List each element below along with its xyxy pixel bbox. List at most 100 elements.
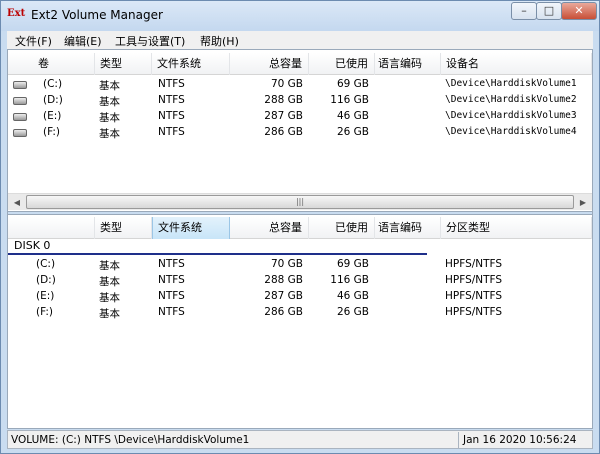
partition-fs: NTFS (158, 274, 185, 286)
col-filesystem[interactable]: 文件系统 (152, 217, 230, 239)
status-volume-info: VOLUME: (C:) NTFS \Device\HarddiskVolume… (11, 434, 250, 446)
status-timestamp: Jan 16 2020 10:56:24 (463, 434, 577, 446)
partition-type: 基本 (99, 308, 120, 320)
volume-letter: (F:) (43, 126, 60, 138)
hard-drive-icon (13, 129, 27, 137)
minimize-button[interactable]: – (511, 2, 537, 20)
col-codepage[interactable]: 语言编码 (375, 53, 441, 75)
volume-row[interactable]: (E:) 基本 NTFS 287 GB 46 GB \Device\Harddi… (8, 109, 592, 125)
col-total[interactable]: 总容量 (230, 53, 309, 75)
pane-splitter[interactable] (8, 211, 592, 215)
col-used[interactable]: 已使用 (309, 53, 375, 75)
partition-used: 116 GB (330, 274, 369, 286)
status-divider (458, 432, 459, 448)
partition-row[interactable]: (E:) 基本 NTFS 287 GB 46 GB HPFS/NTFS (8, 289, 592, 305)
col-partition-type[interactable]: 分区类型 (441, 217, 592, 239)
volume-row[interactable]: (F:) 基本 NTFS 286 GB 26 GB \Device\Harddi… (8, 125, 592, 141)
partition-used: 26 GB (336, 306, 369, 318)
partition-type: 基本 (99, 292, 120, 304)
partition-total: 286 GB (264, 306, 303, 318)
horizontal-scrollbar[interactable]: ◀ ||| ▶ (8, 193, 592, 210)
volume-total: 286 GB (264, 126, 303, 138)
partition-row[interactable]: (F:) 基本 NTFS 286 GB 26 GB HPFS/NTFS (8, 305, 592, 321)
partition-kind: HPFS/NTFS (445, 306, 503, 318)
col-filesystem[interactable]: 文件系统 (152, 53, 230, 75)
partition-used: 46 GB (336, 290, 369, 302)
hard-drive-icon (13, 81, 27, 89)
title-bar: Ext Ext2 Volume Manager – □ ✕ (1, 1, 599, 31)
volume-row[interactable]: (C:) 基本 NTFS 70 GB 69 GB \Device\Harddis… (8, 77, 592, 93)
col-type[interactable]: 类型 (95, 53, 152, 75)
disk-label[interactable]: DISK 0 (14, 239, 50, 252)
scroll-left-icon[interactable]: ◀ (9, 195, 25, 210)
partition-fs: NTFS (158, 306, 185, 318)
grip-icon: ||| (295, 197, 305, 206)
status-bar: VOLUME: (C:) NTFS \Device\HarddiskVolume… (7, 430, 593, 449)
maximize-icon: □ (543, 4, 555, 17)
minimize-icon: – (521, 4, 527, 17)
volume-fs: NTFS (158, 78, 185, 90)
volume-used: 69 GB (336, 78, 369, 90)
volume-letter: (E:) (43, 110, 62, 122)
menu-help[interactable]: 帮助(H) (200, 33, 239, 49)
col-volume[interactable]: 卷 (8, 53, 95, 75)
hard-drive-icon (13, 97, 27, 105)
col-disk[interactable] (8, 217, 95, 239)
volume-device: \Device\HarddiskVolume2 (445, 94, 577, 105)
menu-bar: 文件(F) 编辑(E) 工具与设置(T) 帮助(H) (7, 31, 593, 49)
app-logo-icon: Ext (7, 8, 26, 19)
volumes-header: 卷 类型 文件系统 总容量 已使用 语言编码 设备名 (8, 53, 592, 75)
volume-total: 288 GB (264, 94, 303, 106)
menu-file[interactable]: 文件(F) (15, 33, 52, 49)
volume-device: \Device\HarddiskVolume3 (445, 110, 577, 121)
partition-fs: NTFS (158, 258, 185, 270)
volume-letter: (D:) (43, 94, 63, 106)
partition-total: 288 GB (264, 274, 303, 286)
col-device[interactable]: 设备名 (441, 53, 592, 75)
maximize-button[interactable]: □ (536, 2, 562, 20)
partition-type: 基本 (99, 276, 120, 288)
volume-type: 基本 (99, 112, 120, 124)
partition-total: 287 GB (264, 290, 303, 302)
col-total[interactable]: 总容量 (230, 217, 309, 239)
menu-edit[interactable]: 编辑(E) (64, 33, 102, 49)
partition-kind: HPFS/NTFS (445, 274, 503, 286)
partition-used: 69 GB (336, 258, 369, 270)
volume-fs: NTFS (158, 126, 185, 138)
volume-total: 287 GB (264, 110, 303, 122)
partition-letter: (C:) (36, 258, 56, 270)
volume-total: 70 GB (270, 78, 303, 90)
volume-device: \Device\HarddiskVolume4 (445, 126, 577, 137)
partition-fs: NTFS (158, 290, 185, 302)
app-window: Ext Ext2 Volume Manager – □ ✕ 文件(F) 编辑(E… (0, 0, 600, 454)
volume-used: 46 GB (336, 110, 369, 122)
partition-kind: HPFS/NTFS (445, 290, 503, 302)
partition-type: 基本 (99, 260, 120, 272)
volume-type: 基本 (99, 80, 120, 92)
volume-row[interactable]: (D:) 基本 NTFS 288 GB 116 GB \Device\Hardd… (8, 93, 592, 109)
partition-row[interactable]: (D:) 基本 NTFS 288 GB 116 GB HPFS/NTFS (8, 273, 592, 289)
col-type[interactable]: 类型 (95, 217, 152, 239)
partition-letter: (F:) (36, 306, 53, 318)
menu-tools-settings[interactable]: 工具与设置(T) (115, 33, 185, 49)
col-used[interactable]: 已使用 (309, 217, 375, 239)
volume-used: 116 GB (330, 94, 369, 106)
col-codepage[interactable]: 语言编码 (375, 217, 441, 239)
main-panel: 卷 类型 文件系统 总容量 已使用 语言编码 设备名 (C:) 基本 NTFS … (7, 49, 593, 429)
hard-drive-icon (13, 113, 27, 121)
close-button[interactable]: ✕ (561, 2, 597, 20)
close-icon: ✕ (574, 4, 584, 17)
volume-type: 基本 (99, 96, 120, 108)
window-title: Ext2 Volume Manager (31, 8, 163, 22)
volume-type: 基本 (99, 128, 120, 140)
volume-fs: NTFS (158, 110, 185, 122)
partition-letter: (D:) (36, 274, 56, 286)
scrollbar-thumb[interactable]: ||| (26, 195, 574, 209)
partition-letter: (E:) (36, 290, 55, 302)
partition-total: 70 GB (270, 258, 303, 270)
partition-row[interactable]: (C:) 基本 NTFS 70 GB 69 GB HPFS/NTFS (8, 257, 592, 273)
scroll-right-icon[interactable]: ▶ (575, 195, 591, 210)
volume-fs: NTFS (158, 94, 185, 106)
volume-letter: (C:) (43, 78, 63, 90)
volume-used: 26 GB (336, 126, 369, 138)
